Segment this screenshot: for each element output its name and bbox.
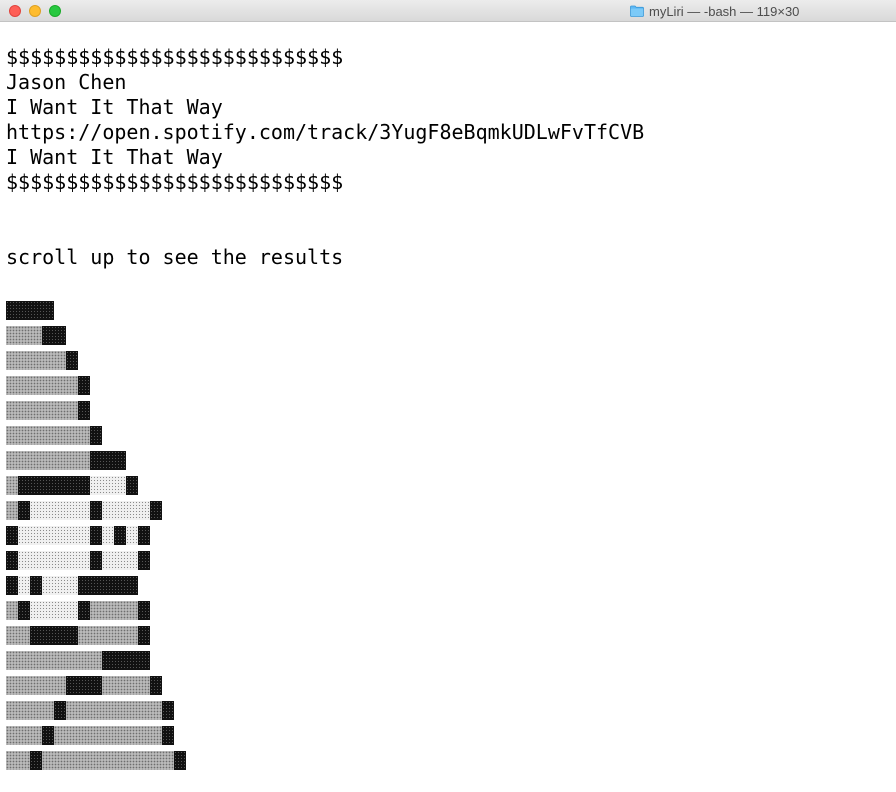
title-bar[interactable]: myLiri — -bash — 119×30 [0,0,896,22]
block-segment [90,501,102,520]
terminal-output[interactable]: $$$$$$$$$$$$$$$$$$$$$$$$$$$$ Jason Chen I … [6,45,644,270]
block-segment [126,476,138,495]
block-segment [102,551,138,570]
block-segment [6,601,18,620]
block-segment [78,376,90,395]
block-segment [150,501,162,520]
block-segment [174,751,186,770]
block-segment [6,301,54,320]
scroll-hint-line: scroll up to see the results [6,245,344,269]
block-segment [42,326,66,345]
block-segment [126,526,138,545]
block-segment [162,701,174,720]
block-segment [6,576,18,595]
block-segment [90,551,102,570]
block-segment [6,751,30,770]
block-segment [6,451,90,470]
block-segment [18,526,90,545]
block-segment [66,676,102,695]
spotify-link-line: https://open.spotify.com/track/3YugF8eBq… [6,120,645,144]
block-segment [6,326,42,345]
block-segment [90,526,102,545]
block-segment [6,476,18,495]
block-segment [30,601,78,620]
block-segment [6,426,90,445]
block-segment [30,501,90,520]
block-segment [54,701,66,720]
block-segment [6,651,102,670]
block-segment [138,601,150,620]
zoom-window-button[interactable] [49,5,61,17]
terminal-window: myLiri — -bash — 119×30 $$$$$$$$$$$$$$$$… [0,0,896,792]
separator-line: $$$$$$$$$$$$$$$$$$$$$$$$$$$$ [6,45,344,69]
album-line: I Want It That Way [6,145,223,169]
block-segment [90,451,126,470]
block-segment [30,751,42,770]
separator-line: $$$$$$$$$$$$$$$$$$$$$$$$$$$$ [6,170,344,194]
block-segment [138,626,150,645]
folder-icon [630,5,644,17]
block-segment [6,701,54,720]
block-segment [6,726,42,745]
block-segment [78,576,138,595]
block-segment [78,626,138,645]
block-segment [18,601,30,620]
block-segment [102,501,150,520]
block-segment [42,726,54,745]
block-segment [78,601,90,620]
window-title-group: myLiri — -bash — 119×30 [630,3,799,19]
block-segment [18,501,30,520]
block-segment [114,526,126,545]
block-segment [30,626,78,645]
block-segment [18,476,90,495]
block-segment [78,401,90,420]
block-segment [42,751,174,770]
block-segment [18,576,30,595]
block-segment [90,426,102,445]
block-segment [6,551,18,570]
block-segment [102,676,150,695]
block-segment [90,476,126,495]
block-segment [42,576,78,595]
block-segment [150,676,162,695]
artist-line: Jason Chen [6,70,127,94]
block-segment [138,551,150,570]
block-segment [66,701,162,720]
block-segment [6,676,66,695]
block-segment [102,526,114,545]
block-segment [102,651,150,670]
block-segment [6,626,30,645]
block-segment [30,576,42,595]
block-segment [66,351,78,370]
block-segment [6,351,66,370]
window-title: myLiri — -bash — 119×30 [649,3,800,19]
block-segment [6,526,18,545]
block-segment [162,726,174,745]
block-segment [54,726,162,745]
block-segment [138,526,150,545]
block-segment [18,551,90,570]
block-segment [6,501,18,520]
song-title-line: I Want It That Way [6,95,223,119]
block-segment [6,401,78,420]
minimize-window-button[interactable] [29,5,41,17]
close-window-button[interactable] [9,5,21,17]
block-segment [90,601,138,620]
block-segment [6,376,78,395]
